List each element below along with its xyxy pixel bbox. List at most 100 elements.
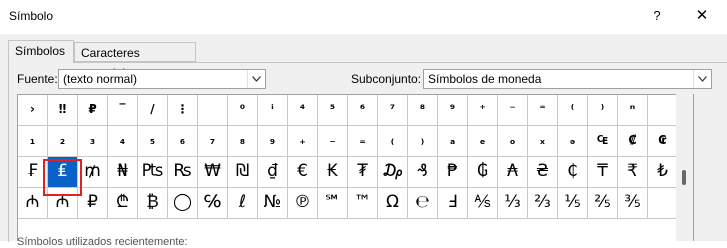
symbol-cell[interactable]: ℮: [408, 188, 438, 219]
symbol-cell[interactable]: [648, 188, 678, 219]
symbol-cell[interactable]: [648, 95, 678, 126]
symbol-cell[interactable]: №: [258, 188, 288, 219]
symbol-cell[interactable]: ₑ: [468, 126, 498, 157]
symbol-cell[interactable]: ⁹: [438, 95, 468, 126]
symbol-cell[interactable]: ₍: [378, 126, 408, 157]
symbol-cell[interactable]: ⁵: [318, 95, 348, 126]
symbol-cell[interactable]: ⅓: [498, 188, 528, 219]
symbol-glyph: ⁼: [539, 102, 546, 116]
symbol-cell[interactable]: ₉: [258, 126, 288, 157]
symbol-cell[interactable]: ⁻: [498, 95, 528, 126]
symbol-cell[interactable]: ›: [18, 95, 48, 126]
symbol-cell[interactable]: ₇: [198, 126, 228, 157]
symbol-cell[interactable]: ₸: [588, 157, 618, 188]
symbol-cell[interactable]: ₫: [258, 157, 288, 188]
symbol-cell[interactable]: ₳: [498, 157, 528, 188]
symbol-cell[interactable]: ₱: [438, 157, 468, 188]
symbol-cell[interactable]: ⅗: [618, 188, 648, 219]
symbol-cell[interactable]: ◯: [168, 188, 198, 219]
symbol-cell[interactable]: ₐ: [438, 126, 468, 157]
symbol-cell[interactable]: ₰: [408, 157, 438, 188]
symbol-cell[interactable]: ⁿ: [618, 95, 648, 126]
symbol-cell[interactable]: ⋮: [168, 95, 198, 126]
close-button[interactable]: ✕: [690, 6, 714, 26]
symbol-cell[interactable]: /: [138, 95, 168, 126]
symbol-glyph: ₵: [567, 161, 578, 181]
symbol-cell[interactable]: ₽: [78, 95, 108, 126]
symbol-cell[interactable]: €: [288, 157, 318, 188]
symbol-cell[interactable]: ⁱ: [258, 95, 288, 126]
symbol-cell[interactable]: ₔ: [558, 126, 588, 157]
symbol-cell[interactable]: ₄: [108, 126, 138, 157]
symbol-cell[interactable]: ⁾: [588, 95, 618, 126]
symbol-cell[interactable]: ₋: [318, 126, 348, 157]
symbol-cell[interactable]: ₌: [348, 126, 378, 157]
tab-special-characters[interactable]: Caracteres especiales: [74, 42, 196, 80]
symbol-cell[interactable]: Ⅎ: [438, 188, 468, 219]
symbol-cell[interactable]: ₓ: [528, 126, 558, 157]
symbol-cell[interactable]: ™: [348, 188, 378, 219]
symbol-cell[interactable]: ₴: [528, 157, 558, 188]
symbol-cell[interactable]: ₠: [588, 126, 618, 157]
symbol-cell[interactable]: ₮: [348, 157, 378, 188]
symbol-cell[interactable]: Ω: [378, 188, 408, 219]
tab-symbols[interactable]: Símbolos: [8, 40, 74, 63]
symbol-cell[interactable]: [198, 95, 228, 126]
symbol-cell[interactable]: ℓ: [228, 188, 258, 219]
symbol-cell[interactable]: ⁽: [558, 95, 588, 126]
symbol-cell[interactable]: ₦: [108, 157, 138, 188]
symbol-cell[interactable]: ⁼: [528, 95, 558, 126]
symbol-cell[interactable]: ₺: [648, 157, 678, 188]
symbol-cell[interactable]: ₨: [168, 157, 198, 188]
symbol-cell[interactable]: ‾: [108, 95, 138, 126]
symbol-cell[interactable]: ₯: [378, 157, 408, 188]
symbol-glyph: ₾: [115, 192, 130, 212]
symbol-cell[interactable]: ℗: [288, 188, 318, 219]
symbol-cell[interactable]: ₢: [648, 126, 678, 157]
symbol-glyph: ₆: [179, 133, 186, 147]
symbol-cell[interactable]: ⁶: [348, 95, 378, 126]
symbol-cell[interactable]: ⅕: [558, 188, 588, 219]
symbol-cell[interactable]: ⅔: [528, 188, 558, 219]
symbol-cell[interactable]: ℅: [198, 188, 228, 219]
symbol-cell[interactable]: ₾: [108, 188, 138, 219]
symbol-cell[interactable]: ₃: [78, 126, 108, 157]
symbol-cell[interactable]: ₥: [78, 157, 108, 188]
symbol-cell[interactable]: ⁸: [408, 95, 438, 126]
symbol-cell[interactable]: ₭: [318, 157, 348, 188]
symbol-glyph: ₺: [657, 161, 668, 181]
subset-dropdown[interactable]: Símbolos de moneda: [423, 69, 712, 89]
font-dropdown[interactable]: (texto normal): [58, 69, 266, 89]
symbol-cell[interactable]: ℠: [318, 188, 348, 219]
scrollbar-thumb[interactable]: [682, 170, 686, 185]
symbol-cell[interactable]: ₲: [468, 157, 498, 188]
symbol-cell[interactable]: ₎: [408, 126, 438, 157]
symbol-cell[interactable]: ₅: [138, 126, 168, 157]
help-button[interactable]: ?: [645, 6, 669, 26]
symbol-cell[interactable]: ₹: [618, 157, 648, 188]
symbol-cell[interactable]: ⁺: [468, 95, 498, 126]
vertical-scrollbar[interactable]: [676, 94, 694, 241]
symbol-cell[interactable]: ₊: [288, 126, 318, 157]
symbol-cell[interactable]: ₂: [48, 126, 78, 157]
symbol-cell[interactable]: ₧: [138, 157, 168, 188]
symbol-cell[interactable]: ₵: [558, 157, 588, 188]
symbol-cell[interactable]: ₿: [138, 188, 168, 219]
symbol-glyph: ₋: [329, 133, 336, 147]
symbol-cell[interactable]: ₆: [168, 126, 198, 157]
symbol-glyph: ⅕: [564, 192, 581, 212]
symbol-cell[interactable]: ₁: [18, 126, 48, 157]
symbol-cell[interactable]: ₪: [228, 157, 258, 188]
symbol-cell[interactable]: ⅖: [588, 188, 618, 219]
symbol-cell[interactable]: ⁷: [378, 95, 408, 126]
symbol-cell[interactable]: ⅍: [468, 188, 498, 219]
symbol-cell[interactable]: ₡: [618, 126, 648, 157]
symbol-cell[interactable]: ₩: [198, 157, 228, 188]
symbol-cell[interactable]: ‼: [48, 95, 78, 126]
symbol-cell[interactable]: ⁰: [228, 95, 258, 126]
symbol-cell[interactable]: ⁴: [288, 95, 318, 126]
symbol-glyph: ⁹: [449, 102, 456, 116]
symbol-cell[interactable]: ₒ: [498, 126, 528, 157]
symbol-cell[interactable]: ₈: [228, 126, 258, 157]
symbol-cell[interactable]: ₽: [78, 188, 108, 219]
